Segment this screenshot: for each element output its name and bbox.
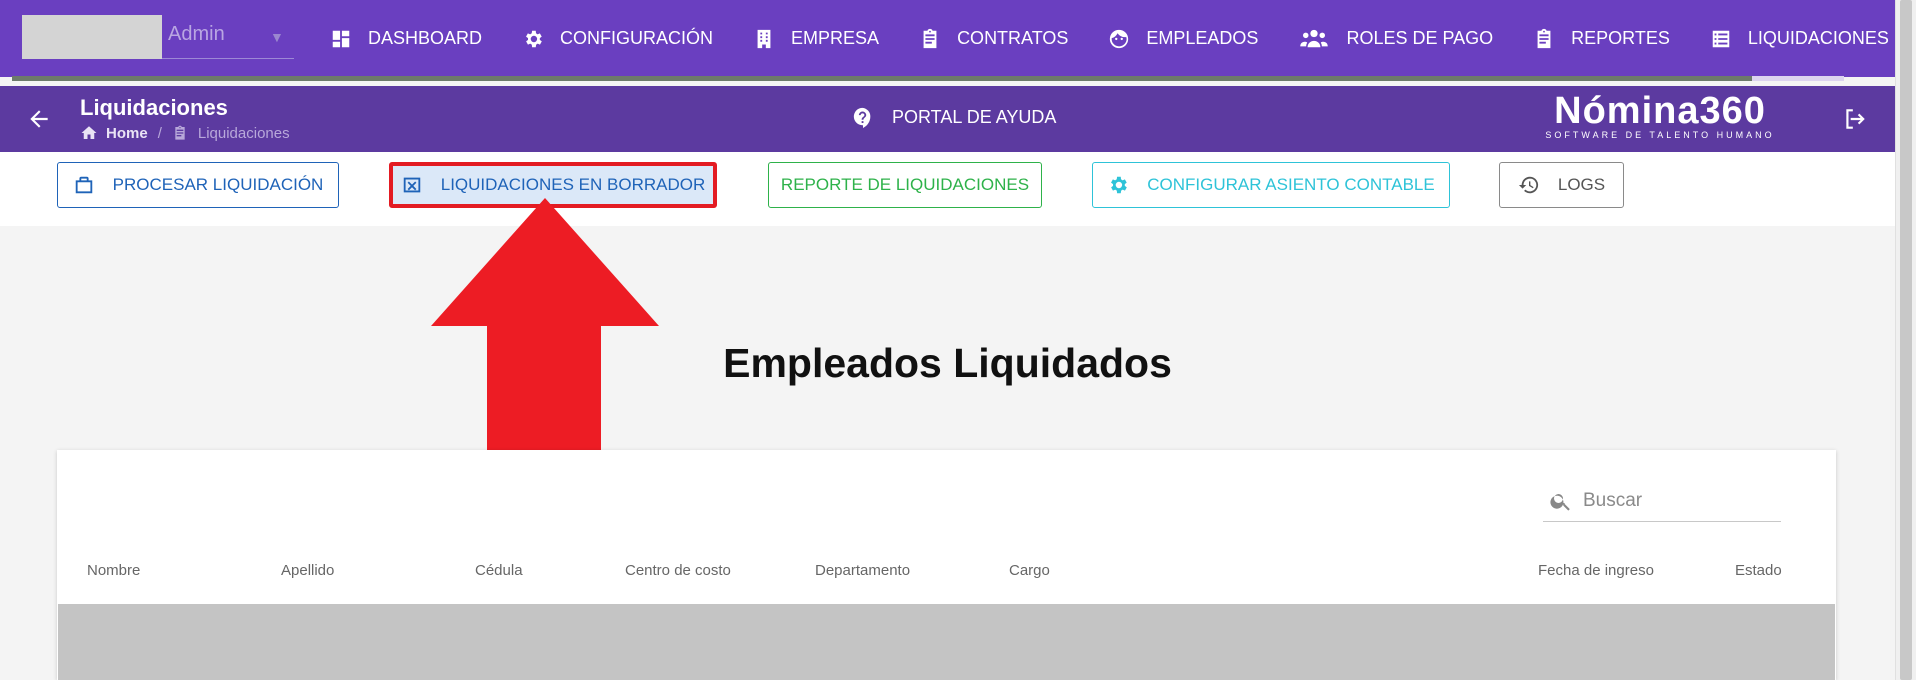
briefcase-icon: [75, 176, 92, 194]
title-bar: Liquidaciones Home / Liquidaciones PORTA…: [0, 86, 1895, 152]
loading-bar: [12, 76, 1752, 81]
table-body-redacted: [58, 604, 1835, 680]
table-header: Nombre Apellido Cédula Centro de costo D…: [57, 562, 1836, 592]
back-arrow-icon[interactable]: [26, 106, 52, 132]
building-icon: [753, 28, 775, 50]
nav-reportes[interactable]: REPORTES: [1533, 28, 1670, 50]
gear-icon: [522, 28, 544, 50]
help-icon: [853, 107, 871, 128]
breadcrumb-separator: /: [157, 124, 162, 142]
close-box-icon: [403, 177, 420, 193]
breadcrumb: Home / Liquidaciones: [80, 124, 290, 142]
nav-empleados[interactable]: EMPLEADOS: [1108, 28, 1258, 50]
people-icon: [1298, 28, 1330, 50]
clipboard-icon: [1533, 28, 1555, 50]
admin-label: Admin: [168, 23, 225, 45]
main-nav: DASHBOARD CONFIGURACIÓN EMPRESA CONTRATO…: [330, 0, 1916, 77]
nav-label: ROLES DE PAGO: [1346, 28, 1494, 48]
section-title: Empleados Liquidados: [723, 340, 1172, 386]
brand-logo: Nómina360 SOFTWARE DE TALENTO HUMANO: [1545, 90, 1775, 140]
column-header-cargo[interactable]: Cargo: [1009, 562, 1050, 579]
logout-icon[interactable]: [1842, 106, 1868, 132]
dashboard-icon: [330, 28, 352, 50]
history-icon: [1518, 176, 1538, 194]
page-title: Liquidaciones: [80, 95, 228, 120]
nav-label: REPORTES: [1571, 28, 1670, 48]
clipboard-icon: [919, 28, 941, 50]
highlight-arrow-icon: [431, 198, 659, 452]
nav-contratos[interactable]: CONTRATOS: [919, 28, 1068, 50]
breadcrumb-home-label: Home: [106, 124, 148, 142]
face-icon: [1108, 28, 1130, 50]
nav-label: CONFIGURACIÓN: [560, 28, 714, 48]
column-header-estado[interactable]: Estado: [1735, 562, 1782, 579]
configurar-asiento-button[interactable]: CONFIGURAR ASIENTO CONTABLE: [1092, 162, 1450, 208]
home-icon: [81, 126, 97, 139]
nav-empresa[interactable]: EMPRESA: [753, 28, 879, 50]
help-portal-label: PORTAL DE AYUDA: [892, 106, 1057, 127]
column-header-apellido[interactable]: Apellido: [281, 562, 334, 579]
button-label: LIQUIDACIONES EN BORRADOR: [440, 175, 706, 194]
nav-configuracion[interactable]: CONFIGURACIÓN: [522, 28, 713, 50]
loading-bar-remainder: [1752, 76, 1844, 81]
nav-label: LIQUIDACIONES: [1747, 28, 1889, 48]
list-icon: [1710, 28, 1732, 50]
column-header-nombre[interactable]: Nombre: [87, 562, 140, 579]
nav-label: DASHBOARD: [368, 28, 483, 48]
button-label: PROCESAR LIQUIDACIÓN: [112, 175, 324, 194]
search-icon: [1550, 493, 1570, 511]
reporte-liquidaciones-button[interactable]: REPORTE DE LIQUIDACIONES: [768, 162, 1042, 208]
vertical-scrollbar[interactable]: [1895, 0, 1916, 680]
column-header-centro-costo[interactable]: Centro de costo: [625, 562, 731, 579]
nav-label: EMPLEADOS: [1146, 28, 1259, 48]
column-header-fecha-ingreso[interactable]: Fecha de ingreso: [1538, 562, 1654, 579]
action-bar: PROCESAR LIQUIDACIÓN LIQUIDACIONES EN BO…: [0, 152, 1895, 226]
clipboard-icon: [175, 125, 185, 140]
employees-table-card: Nombre Apellido Cédula Centro de costo D…: [57, 450, 1836, 680]
search-input[interactable]: [1583, 489, 1773, 512]
brand-tagline: SOFTWARE DE TALENTO HUMANO: [1545, 130, 1775, 140]
scrollbar-thumb[interactable]: [1900, 0, 1912, 680]
help-portal-link[interactable]: PORTAL DE AYUDA: [852, 106, 1056, 128]
breadcrumb-home[interactable]: Home: [80, 124, 148, 142]
procesar-liquidacion-button[interactable]: PROCESAR LIQUIDACIÓN: [57, 162, 339, 208]
nav-label: EMPRESA: [791, 28, 880, 48]
search-box: [1543, 480, 1781, 522]
breadcrumb-current: Liquidaciones: [172, 125, 290, 142]
button-label: LOGS: [1557, 175, 1606, 194]
column-header-cedula[interactable]: Cédula: [475, 562, 523, 579]
nav-roles-de-pago[interactable]: ROLES DE PAGO: [1298, 28, 1493, 50]
top-navbar: Admin ▼ DASHBOARD CONFIGURACIÓN EMPRESA: [0, 0, 1895, 81]
nav-dashboard[interactable]: DASHBOARD: [330, 28, 482, 50]
breadcrumb-current-label: Liquidaciones: [197, 124, 290, 142]
admin-selector[interactable]: Admin ▼: [22, 15, 294, 59]
button-label: REPORTE DE LIQUIDACIONES: [780, 175, 1030, 194]
avatar: [22, 15, 162, 59]
logs-button[interactable]: LOGS: [1499, 162, 1624, 208]
nav-label: CONTRATOS: [957, 28, 1069, 48]
gear-icon: [1111, 176, 1128, 194]
brand-name: Nómina360: [1554, 90, 1766, 132]
admin-underline: [162, 58, 294, 59]
nav-liquidaciones[interactable]: LIQUIDACIONES: [1710, 28, 1889, 50]
button-label: CONFIGURAR ASIENTO CONTABLE: [1147, 175, 1435, 194]
chevron-down-icon[interactable]: ▼: [270, 29, 284, 45]
column-header-departamento[interactable]: Departamento: [815, 562, 910, 579]
